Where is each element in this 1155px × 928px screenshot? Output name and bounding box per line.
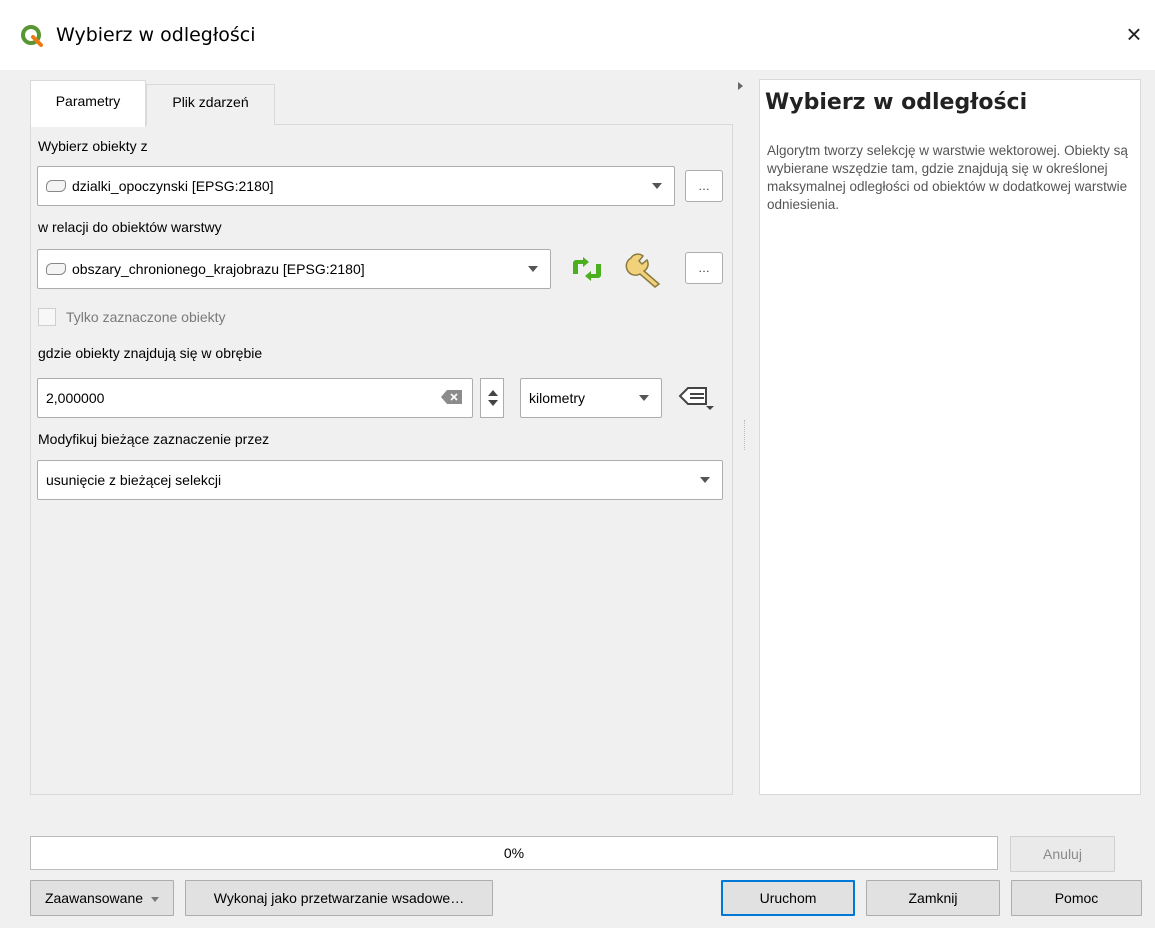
close-button[interactable]: Zamknij — [866, 880, 1000, 916]
relation-layer-combobox[interactable]: obszary_chronionego_krajobrazu [EPSG:218… — [37, 249, 551, 289]
distance-input[interactable]: 2,000000 — [37, 378, 473, 418]
cancel-button[interactable]: Anuluj — [1010, 836, 1115, 872]
distance-value: 2,000000 — [46, 390, 105, 406]
select-from-value: dzialki_opoczynski [EPSG:2180] — [72, 178, 274, 194]
select-from-options-button[interactable]: … — [685, 170, 723, 202]
polygon-layer-icon — [46, 180, 66, 192]
qgis-logo-icon — [21, 25, 43, 47]
progress-text: 0% — [503, 845, 525, 861]
clear-input-icon[interactable] — [441, 389, 463, 405]
progress-bar: 0% — [30, 836, 998, 870]
relation-layer-value: obszary_chronionego_krajobrazu [EPSG:218… — [72, 261, 365, 277]
help-button[interactable]: Pomoc — [1011, 880, 1142, 916]
data-defined-override-icon[interactable] — [676, 384, 718, 414]
distance-spinner[interactable] — [480, 378, 504, 418]
chevron-down-icon — [528, 266, 538, 272]
close-window-button[interactable]: × — [1118, 18, 1150, 50]
window-title: Wybierz w odległości — [56, 24, 256, 46]
relation-layer-options-button[interactable]: … — [685, 252, 723, 284]
modify-selection-label: Modyfikuj bieżące zaznaczenie przez — [38, 431, 270, 447]
wrench-settings-icon[interactable] — [625, 250, 667, 290]
chevron-down-icon — [639, 395, 649, 401]
collapse-panel-arrow-icon[interactable] — [738, 82, 743, 90]
polygon-layer-icon — [46, 263, 66, 275]
distance-label: gdzie obiekty znajdują się w obrębie — [38, 345, 263, 361]
select-from-combobox[interactable]: dzialki_opoczynski [EPSG:2180] — [37, 166, 675, 206]
relation-layer-label: w relacji do obiektów warstwy — [38, 219, 222, 235]
distance-unit-value: kilometry — [529, 390, 586, 406]
modify-selection-value: usunięcie z bieżącej selekcji — [46, 472, 222, 488]
selected-only-label: Tylko zaznaczone obiekty — [66, 309, 226, 325]
select-from-label: Wybierz obiekty z — [38, 138, 148, 154]
run-as-batch-button[interactable]: Wykonaj jako przetwarzanie wsadowe… — [185, 880, 493, 916]
spin-down-icon[interactable] — [488, 400, 498, 406]
advanced-dropdown-button[interactable]: Zaawansowane — [30, 880, 174, 916]
iterate-over-layer-icon[interactable] — [567, 252, 607, 286]
splitter-handle[interactable] — [744, 420, 746, 450]
tab-plik-zdarzen[interactable]: Plik zdarzeń — [146, 84, 275, 125]
chevron-down-icon — [151, 896, 160, 902]
help-title: Wybierz w odległości — [765, 90, 1028, 115]
chevron-down-icon — [700, 477, 710, 483]
distance-unit-combobox[interactable]: kilometry — [520, 378, 662, 418]
modify-selection-combobox[interactable]: usunięcie z bieżącej selekcji — [37, 460, 723, 500]
advanced-label: Zaawansowane — [44, 890, 144, 906]
help-description: Algorytm tworzy selekcję w warstwie wekt… — [767, 143, 1128, 212]
tab-parametry[interactable]: Parametry — [30, 80, 146, 127]
selected-only-checkbox[interactable] — [38, 308, 56, 326]
spin-up-icon[interactable] — [488, 390, 498, 396]
run-button[interactable]: Uruchom — [721, 880, 855, 916]
chevron-down-icon — [652, 183, 662, 189]
